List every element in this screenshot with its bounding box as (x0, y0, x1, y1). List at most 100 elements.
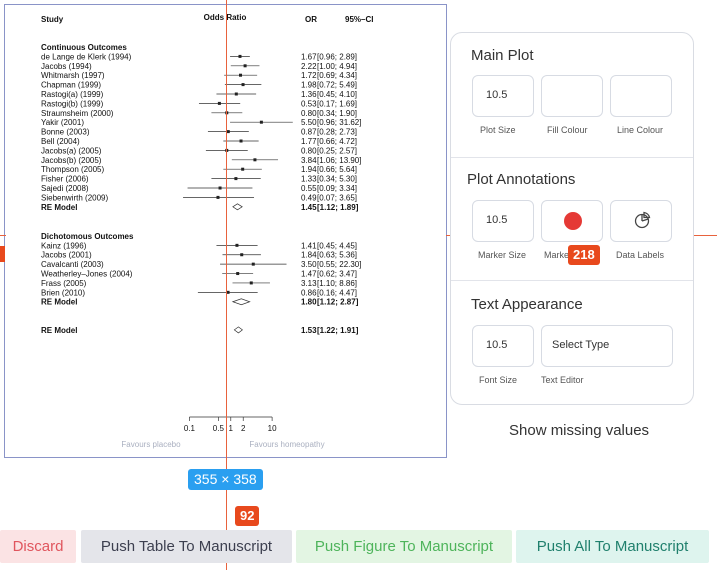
data-labels-toggle[interactable] (610, 200, 672, 242)
marker-colour-label: Marke (544, 250, 570, 260)
marker-size-value: 10.5 (486, 214, 508, 226)
summary-diamond (232, 203, 243, 211)
study-ci-value: [0.07; 3.65] (317, 193, 357, 202)
text-editor-select[interactable]: Select Type (541, 325, 673, 367)
plot-settings-panel: Main Plot 10.5 Plot Size Fill Colour Lin… (450, 32, 694, 405)
study-ci-value: [0.09; 3.34] (317, 184, 357, 193)
study-ci-value: [0.66; 5.64] (317, 165, 357, 174)
summary-diamond (233, 326, 243, 334)
study-name: RE Model (41, 326, 77, 335)
main-plot-title: Main Plot (471, 47, 534, 64)
marker-size-label: Marker Size (478, 250, 527, 260)
point-estimate (241, 83, 245, 87)
point-estimate (216, 195, 220, 199)
plot-size-label: Plot Size (480, 125, 516, 135)
discard-button[interactable]: Discard (0, 530, 76, 563)
study-name: Cavalcanti (2003) (41, 260, 104, 269)
study-or-value: 0.86 (301, 288, 317, 297)
study-or-value: 1.41 (301, 241, 317, 250)
header-or: OR (305, 15, 317, 24)
font-size-value: 10.5 (486, 339, 508, 351)
study-ci-value: [0.34; 5.30] (317, 175, 357, 184)
study-ci-value: [1.22; 1.91] (317, 326, 359, 335)
study-or-value: 1.45 (301, 203, 317, 212)
point-estimate (251, 262, 255, 266)
font-size-input[interactable]: 10.5 (472, 325, 534, 367)
study-or-value: 0.80 (301, 146, 317, 155)
line-colour-picker[interactable] (610, 75, 672, 117)
study-name: Frass (2005) (41, 279, 87, 288)
study-or-value: 0.49 (301, 193, 317, 202)
study-ci-value: [0.16; 4.47] (317, 288, 357, 297)
study-name: Rastogi(a) (1999) (41, 90, 104, 99)
point-estimate (234, 92, 238, 96)
panel-divider (451, 280, 693, 281)
study-or-value: 0.53 (301, 99, 317, 108)
point-estimate (253, 158, 257, 162)
point-estimate (218, 186, 222, 190)
study-or-value: 3.84 (301, 156, 317, 165)
push-figure-button[interactable]: Push Figure To Manuscript (296, 530, 512, 563)
data-labels-label: Data Labels (616, 250, 665, 260)
point-estimate (238, 54, 242, 58)
study-name: Sajedi (2008) (41, 184, 89, 193)
study-ci-value: [1.06; 13.90] (317, 156, 361, 165)
push-table-button[interactable]: Push Table To Manuscript (81, 530, 292, 563)
study-or-value: 1.98 (301, 81, 317, 90)
study-or-value: 0.55 (301, 184, 317, 193)
study-name: Rastogi(b) (1999) (41, 99, 104, 108)
study-name: Yakir (2001) (41, 118, 84, 127)
study-name: de Lange de Klerk (1994) (41, 52, 132, 61)
marker-size-input[interactable]: 10.5 (472, 200, 534, 242)
x-axis-tick-label: 0.1 (184, 424, 196, 433)
point-estimate (239, 139, 243, 143)
point-estimate (226, 290, 230, 294)
study-or-value: 1.36 (301, 90, 317, 99)
study-or-value: 1.72 (301, 71, 317, 80)
group-title: Continuous Outcomes (41, 43, 127, 52)
study-ci-value: [0.66; 4.72] (317, 137, 357, 146)
marker-colour-swatch (564, 212, 582, 230)
study-name: Bell (2004) (41, 137, 80, 146)
fill-colour-label: Fill Colour (547, 125, 588, 135)
study-name: Kainz (1996) (41, 241, 87, 250)
point-estimate (240, 253, 244, 257)
text-editor-value: Select Type (552, 339, 610, 351)
point-estimate (226, 130, 230, 134)
point-estimate (241, 167, 245, 171)
favours-homeopathy-label: Favours homeopathy (249, 440, 324, 449)
study-name: Siebenwirth (2009) (41, 193, 108, 202)
study-or-value: 1.47 (301, 270, 317, 279)
fill-colour-picker[interactable] (541, 75, 603, 117)
study-ci-value: [0.45; 4.45] (317, 241, 357, 250)
study-name: Thompson (2005) (41, 165, 104, 174)
study-or-value: 5.50 (301, 118, 317, 127)
plot-size-value: 10.5 (486, 89, 508, 101)
pie-chart-icon (634, 211, 651, 229)
study-name: Brien (2010) (41, 288, 85, 297)
study-ci-value: [0.96; 2.89] (317, 52, 357, 61)
show-missing-values-link[interactable]: Show missing values (509, 422, 649, 439)
push-all-button[interactable]: Push All To Manuscript (516, 530, 709, 563)
study-ci-value: [1.12; 1.89] (317, 203, 359, 212)
study-ci-value: [0.34; 1.90] (317, 109, 357, 118)
point-estimate (243, 64, 247, 68)
study-or-value: 1.77 (301, 137, 317, 146)
study-name: Jacobs (2001) (41, 251, 92, 260)
marker-colour-picker[interactable] (541, 200, 603, 242)
study-name: Straumsheim (2000) (41, 109, 114, 118)
study-or-value: 1.53 (301, 326, 317, 335)
height-measure-tag: 92 (235, 506, 260, 526)
x-axis-tick-label: 0.5 (213, 424, 225, 433)
study-or-value: 1.80 (301, 298, 317, 307)
plot-size-input[interactable]: 10.5 (472, 75, 534, 117)
line-colour-label: Line Colour (617, 125, 664, 135)
study-or-value: 2.22 (301, 62, 317, 71)
text-appearance-title: Text Appearance (471, 296, 583, 313)
study-name: Jacobs (1994) (41, 62, 92, 71)
x-axis-tick-label: 2 (241, 424, 246, 433)
point-estimate (236, 272, 240, 276)
study-name: RE Model (41, 298, 77, 307)
panel-divider (451, 157, 693, 158)
x-axis-tick-label: 10 (268, 424, 277, 433)
